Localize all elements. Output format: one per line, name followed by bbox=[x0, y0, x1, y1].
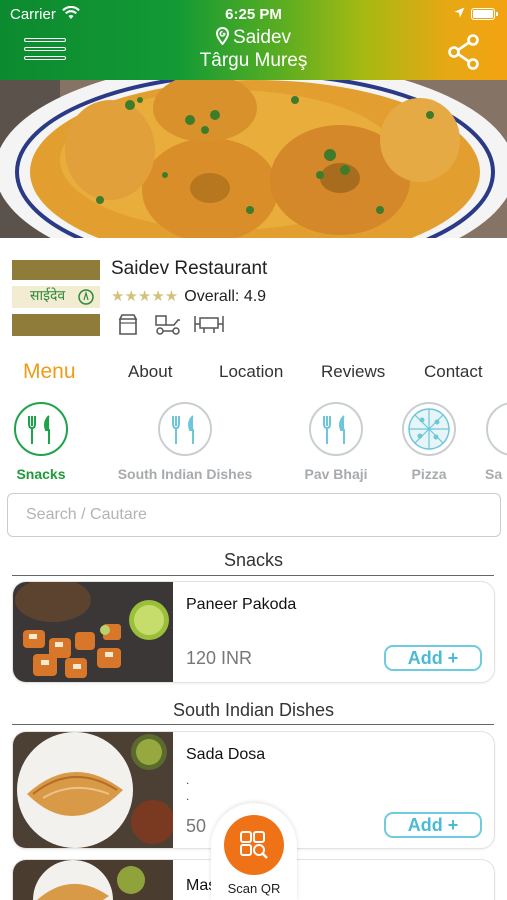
item-name: Sada Dosa bbox=[186, 746, 266, 763]
category-pizza[interactable]: Pizza bbox=[397, 402, 461, 482]
dine-in-icon bbox=[194, 312, 224, 336]
overall-rating: Overall: 4.9 bbox=[184, 288, 267, 305]
cutlery-icon bbox=[309, 402, 363, 456]
logo-text: साईदेव bbox=[30, 288, 66, 304]
section-divider bbox=[12, 724, 494, 725]
category-label: South Indian Dishes bbox=[117, 466, 253, 482]
rating-row: ★★★★★ Overall: 4.9 bbox=[111, 287, 266, 306]
location-arrow-icon bbox=[454, 7, 465, 21]
tab-contact[interactable]: Contact bbox=[424, 362, 483, 382]
section-title-south-indian: South Indian Dishes bbox=[172, 700, 335, 720]
status-bar: Carrier 6:25 PM bbox=[0, 0, 507, 28]
rating-stars: ★★★★★ bbox=[111, 288, 179, 305]
takeaway-icon bbox=[117, 312, 139, 336]
section-divider bbox=[12, 575, 494, 576]
restaurant-tabs: Menu About Location Reviews Contact bbox=[0, 360, 507, 394]
menu-item-card[interactable]: Paneer Pakoda 120 INR Add + bbox=[12, 581, 495, 683]
scan-qr-button[interactable] bbox=[224, 815, 284, 875]
top-header: Carrier 6:25 PM Saidev Târgu Mureş bbox=[0, 0, 507, 80]
item-price: 50 bbox=[186, 816, 207, 836]
search-input[interactable] bbox=[8, 494, 500, 536]
food-image bbox=[13, 860, 173, 900]
restaurant-name: Saidev Restaurant bbox=[111, 258, 268, 279]
food-image bbox=[13, 732, 175, 848]
menu-search bbox=[7, 493, 501, 537]
item-price: 120 INR bbox=[186, 648, 253, 668]
pizza-icon bbox=[402, 402, 456, 456]
cutlery-icon bbox=[14, 402, 68, 456]
cutlery-icon bbox=[158, 402, 212, 456]
add-to-cart-button[interactable]: Add + bbox=[384, 812, 482, 838]
item-name: Paneer Pakoda bbox=[186, 596, 297, 613]
category-pav-bhaji[interactable]: Pav Bhaji bbox=[296, 402, 376, 482]
battery-icon bbox=[471, 8, 498, 20]
city-subtitle: Târgu Mureş bbox=[199, 50, 308, 71]
tab-reviews[interactable]: Reviews bbox=[321, 362, 385, 382]
app-screen: Carrier 6:25 PM Saidev Târgu Mureş साईदे… bbox=[0, 0, 507, 900]
header-title-block: Saidev Târgu Mureş bbox=[0, 26, 507, 72]
category-label: Snacks bbox=[16, 466, 66, 482]
share-icon bbox=[448, 34, 479, 70]
scan-qr-label: Scan QR bbox=[227, 881, 281, 896]
clock: 6:25 PM bbox=[225, 6, 282, 23]
section-title-snacks: Snacks bbox=[223, 550, 284, 570]
restaurant-info: साईदेव Saidev Restaurant ★★★★★ Overall: 4… bbox=[0, 238, 507, 348]
category-label: Pav Bhaji bbox=[304, 466, 368, 482]
qr-scan-icon bbox=[240, 831, 268, 859]
restaurant-header-title: Saidev bbox=[232, 27, 292, 48]
category-south-indian-dishes[interactable]: South Indian Dishes bbox=[105, 402, 265, 482]
cutlery-icon bbox=[486, 402, 507, 456]
delivery-icon bbox=[154, 312, 182, 336]
food-image bbox=[13, 582, 173, 682]
tab-menu[interactable]: Menu bbox=[23, 360, 76, 384]
share-button[interactable] bbox=[447, 34, 481, 70]
tab-about[interactable]: About bbox=[128, 362, 172, 382]
description-dot: . bbox=[186, 773, 190, 787]
category-partial[interactable]: Sa bbox=[483, 402, 507, 482]
scan-qr-panel: Scan QR bbox=[211, 803, 297, 900]
category-label: Sa bbox=[485, 466, 503, 482]
add-to-cart-button[interactable]: Add + bbox=[384, 645, 482, 671]
location-pin-icon bbox=[215, 26, 229, 46]
category-snacks[interactable]: Snacks bbox=[6, 402, 76, 482]
tab-location[interactable]: Location bbox=[219, 362, 283, 382]
restaurant-logo: साईदेव bbox=[12, 260, 100, 336]
restaurant-cover-image bbox=[0, 80, 507, 238]
category-strip: Snacks South Indian Dishes Pav Bhaji Piz… bbox=[0, 402, 507, 490]
item-description: . . bbox=[186, 774, 189, 802]
description-dot: . bbox=[186, 789, 190, 803]
category-label: Pizza bbox=[411, 466, 447, 482]
